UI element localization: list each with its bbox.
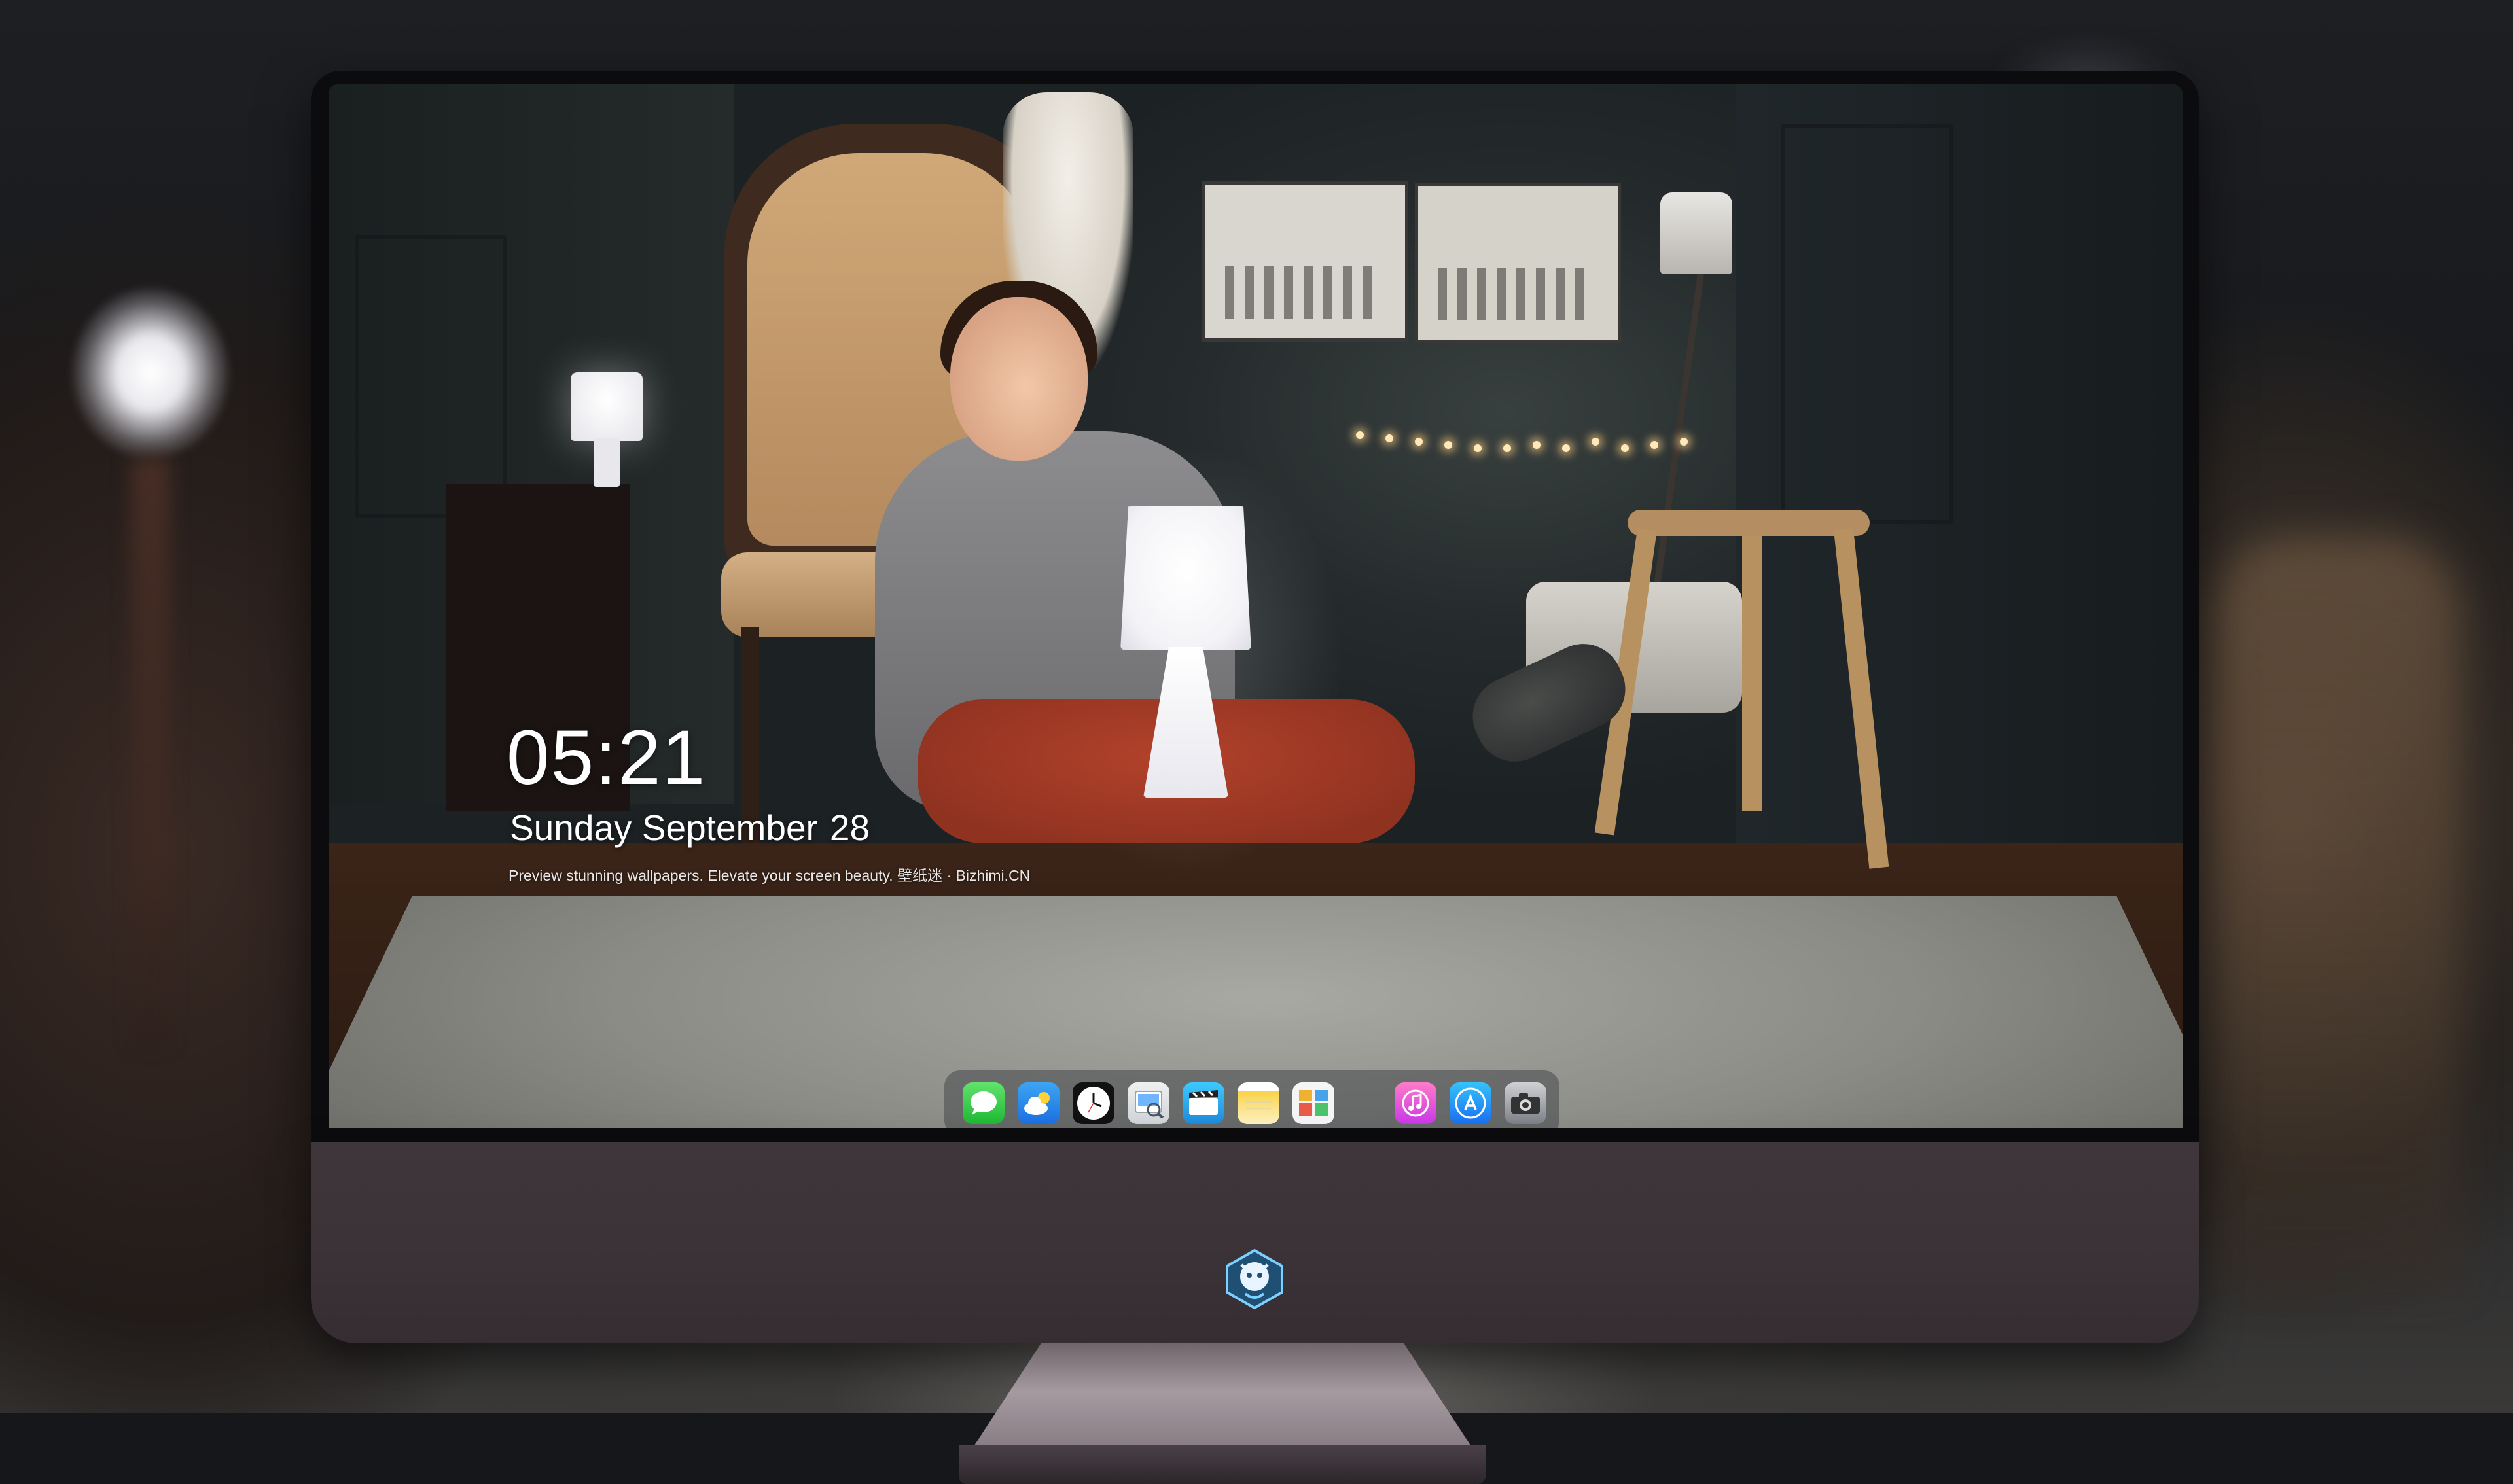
lock-date-day: 28: [829, 807, 870, 848]
wall-panel: [1781, 124, 1953, 524]
clock-app-icon[interactable]: [1073, 1082, 1114, 1124]
camera-app-icon[interactable]: [1505, 1082, 1546, 1124]
clips-app-icon[interactable]: [1183, 1082, 1224, 1124]
table-lamp-shade: [1120, 506, 1251, 650]
child-face: [950, 297, 1088, 461]
music-app-icon[interactable]: [1395, 1082, 1436, 1124]
lock-date: Sunday September 28: [510, 810, 870, 846]
app-store-app-icon[interactable]: [1450, 1082, 1491, 1124]
monitor-chin: [311, 1142, 2199, 1343]
floor-lamp-shade: [1660, 192, 1732, 274]
lock-screen[interactable]: 05:21 Sunday September 28 Preview stunnin…: [329, 84, 2183, 1128]
photos-app-icon[interactable]: [1292, 1082, 1334, 1124]
small-lamp-base: [594, 438, 620, 487]
messages-app-icon[interactable]: [963, 1082, 1005, 1124]
blurred-lamp-glow: [72, 288, 229, 458]
wall-panel: [355, 235, 507, 518]
small-lamp: [571, 372, 643, 441]
monitor-stand-foot: [959, 1445, 1486, 1484]
imac-monitor: 05:21 Sunday September 28 Preview stunnin…: [311, 71, 2199, 1484]
stool-leg: [1742, 536, 1762, 811]
wallpaper-tagline: Preview stunning wallpapers. Elevate you…: [508, 867, 1031, 884]
blurred-lamp-pole: [131, 458, 170, 1047]
notes-app-icon[interactable]: [1238, 1082, 1279, 1124]
wallpaper-photo: [329, 84, 2183, 1128]
string-lights: [1349, 425, 1716, 457]
lock-date-weekday-month: Sunday September: [510, 807, 818, 848]
mascot-logo-icon: [1226, 1248, 1283, 1310]
wall-picture-frame: [1415, 183, 1621, 343]
blurred-chair: [2212, 537, 2461, 1289]
wall-picture-frame: [1202, 181, 1408, 342]
dock: [944, 1070, 1559, 1128]
lock-clock: 05:21: [507, 715, 707, 801]
weather-app-icon[interactable]: [1018, 1082, 1060, 1124]
monitor-stand: [971, 1343, 1474, 1451]
preview-app-icon[interactable]: [1128, 1082, 1169, 1124]
